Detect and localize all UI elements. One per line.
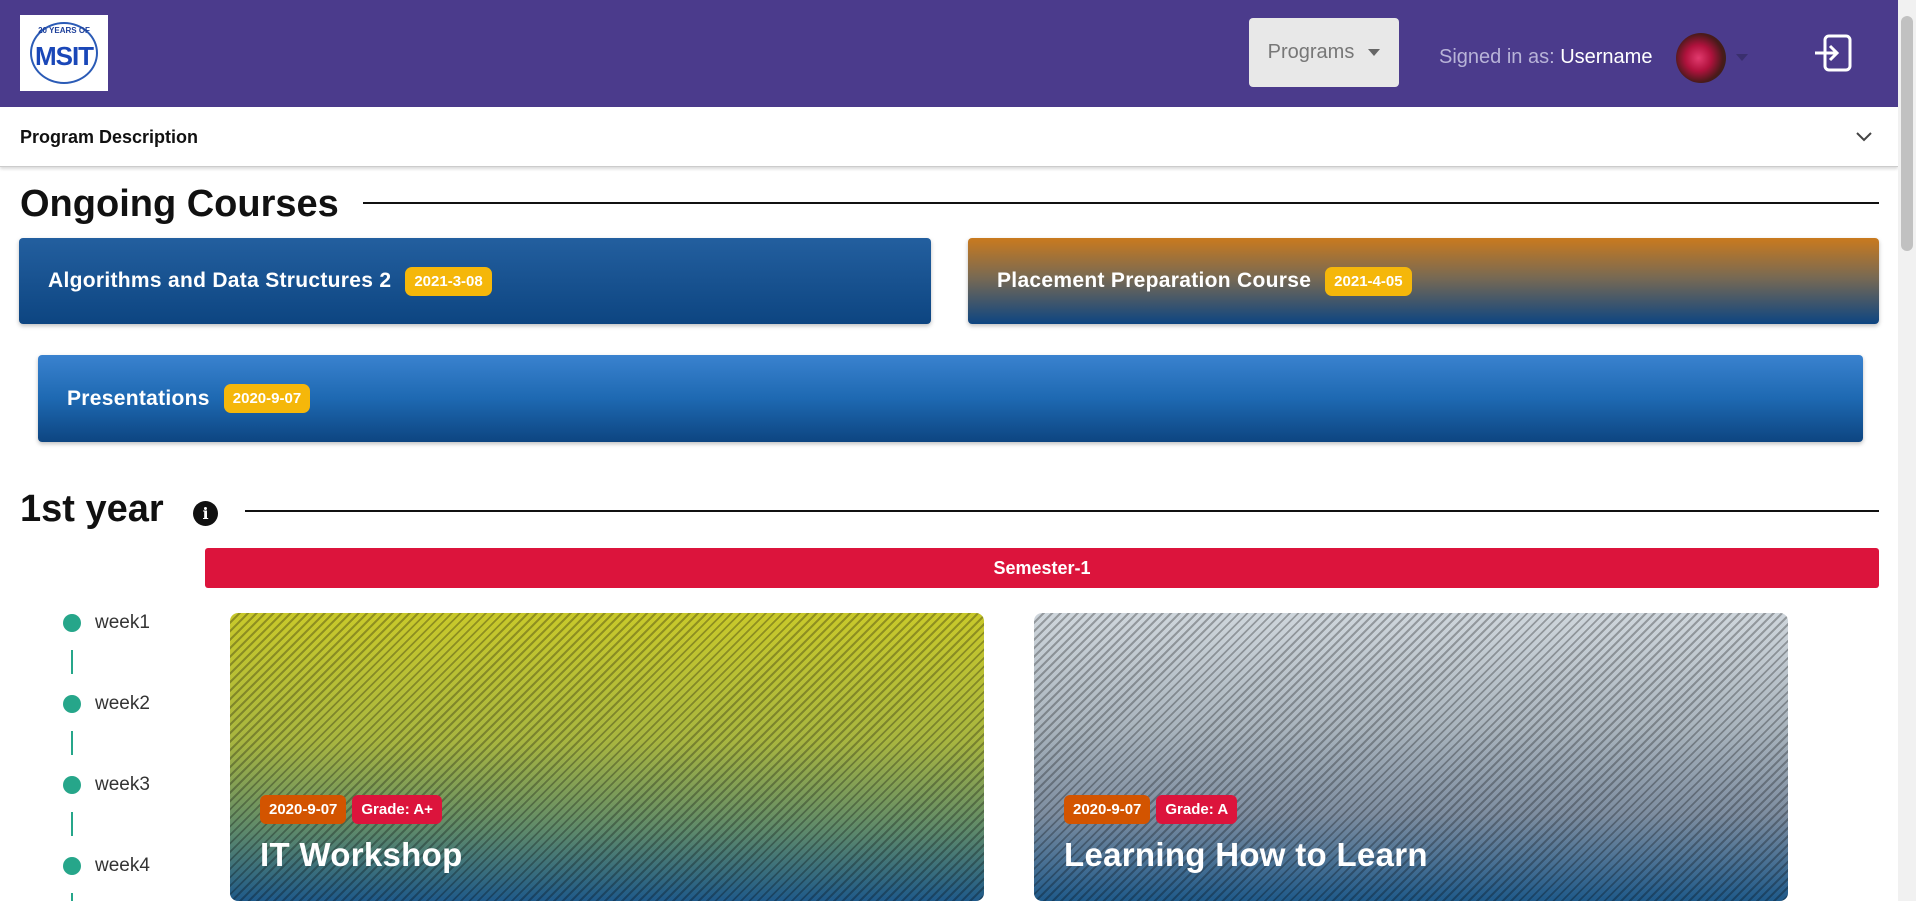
semester-header[interactable]: Semester-1 bbox=[205, 548, 1879, 588]
avatar[interactable] bbox=[1676, 33, 1726, 83]
card-grade-badge: Grade: A+ bbox=[352, 795, 442, 824]
card-badges: 2020-9-07 Grade: A+ bbox=[260, 795, 442, 824]
course-banner[interactable]: Algorithms and Data Structures 2 2021-3-… bbox=[19, 238, 931, 324]
week-label: week3 bbox=[95, 774, 150, 795]
timeline-dot bbox=[63, 776, 81, 794]
course-name: Placement Preparation Course bbox=[997, 269, 1312, 292]
timeline-dot bbox=[63, 695, 81, 713]
program-description-accordion[interactable]: Program Description bbox=[0, 107, 1898, 167]
top-navbar: 20 YEARS OF MSIT Programs Signed in as: … bbox=[0, 0, 1898, 107]
course-date-badge: 2020-9-07 bbox=[223, 384, 311, 413]
card-grade-badge: Grade: A bbox=[1156, 795, 1238, 824]
card-title: Learning How to Learn bbox=[1064, 836, 1428, 873]
course-card[interactable]: 2020-9-07 Grade: A+ IT Workshop bbox=[230, 613, 984, 901]
timeline-connector bbox=[71, 812, 73, 836]
timeline-week[interactable]: week3 bbox=[63, 774, 150, 796]
programs-label: Programs bbox=[1267, 41, 1355, 63]
chevron-down-icon[interactable] bbox=[1853, 126, 1875, 148]
year-title: 1st year bbox=[20, 488, 164, 530]
timeline-connector bbox=[71, 650, 73, 674]
course-card[interactable]: 2020-9-07 Grade: A Learning How to Learn bbox=[1034, 613, 1788, 901]
timeline-week[interactable]: week1 bbox=[63, 612, 150, 634]
timeline-dot bbox=[63, 857, 81, 875]
timeline-dot bbox=[63, 614, 81, 632]
signed-in-status: Signed in as: Username bbox=[1439, 46, 1652, 69]
logout-icon[interactable] bbox=[1812, 32, 1854, 74]
card-date-badge: 2020-9-07 bbox=[260, 795, 347, 824]
section-divider bbox=[245, 510, 1879, 512]
scrollbar-thumb[interactable] bbox=[1901, 16, 1913, 251]
card-badges: 2020-9-07 Grade: A bbox=[1064, 795, 1238, 824]
logo-ring: 20 YEARS OF MSIT bbox=[30, 22, 98, 84]
course-name: Presentations bbox=[67, 386, 210, 410]
timeline-week[interactable]: week2 bbox=[63, 693, 150, 715]
week-label: week2 bbox=[95, 693, 150, 714]
username: Username bbox=[1560, 46, 1653, 68]
logo-years-text: 20 YEARS OF bbox=[38, 26, 90, 35]
msit-logo[interactable]: 20 YEARS OF MSIT bbox=[20, 15, 108, 91]
course-date-badge: 2021-4-05 bbox=[1325, 266, 1412, 296]
timeline-connector bbox=[71, 731, 73, 755]
timeline-week[interactable]: week4 bbox=[63, 855, 150, 877]
ongoing-courses-title: Ongoing Courses bbox=[20, 183, 339, 225]
info-icon[interactable]: i bbox=[193, 501, 218, 526]
chevron-down-icon bbox=[1368, 49, 1381, 56]
week-label: week1 bbox=[95, 612, 150, 633]
section-divider bbox=[363, 202, 1879, 204]
programs-dropdown[interactable]: Programs bbox=[1249, 18, 1399, 87]
week-label: week4 bbox=[95, 855, 150, 876]
card-date-badge: 2020-9-07 bbox=[1064, 795, 1151, 824]
timeline-connector bbox=[71, 893, 73, 901]
course-banner[interactable]: Presentations 2020-9-07 bbox=[38, 355, 1863, 442]
signed-in-prefix: Signed in as: bbox=[1439, 46, 1555, 68]
card-title: IT Workshop bbox=[260, 836, 463, 873]
course-date-badge: 2021-3-08 bbox=[405, 266, 492, 296]
course-name: Algorithms and Data Structures 2 bbox=[48, 269, 392, 292]
program-description-title: Program Description bbox=[20, 127, 199, 147]
course-banner[interactable]: Placement Preparation Course 2021-4-05 bbox=[968, 238, 1879, 324]
logo-text: MSIT bbox=[34, 40, 94, 71]
caret-down-icon[interactable] bbox=[1736, 54, 1748, 61]
